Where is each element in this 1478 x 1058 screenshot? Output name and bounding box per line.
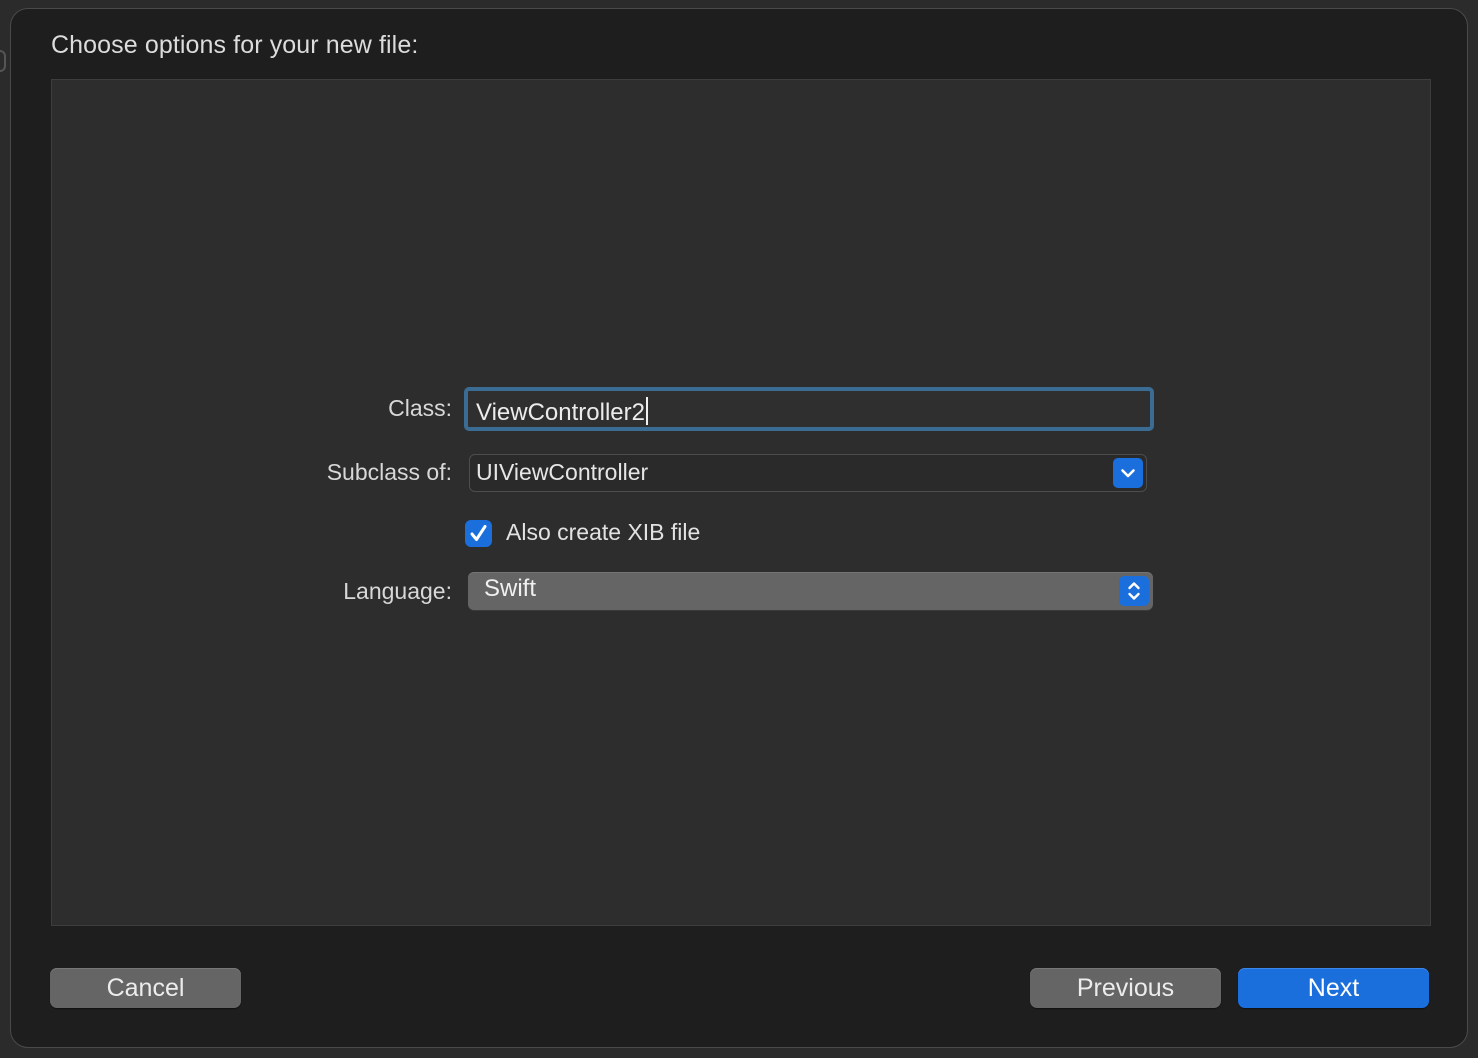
previous-button[interactable]: Previous	[1030, 968, 1221, 1008]
subclass-dropdown-button[interactable]	[1113, 458, 1143, 488]
language-value: Swift	[484, 575, 537, 602]
cancel-button[interactable]: Cancel	[50, 968, 241, 1008]
sheet-title: Choose options for your new file:	[51, 31, 419, 59]
language-popup-indicator	[1119, 576, 1149, 606]
checkmark-icon	[470, 525, 487, 541]
subclass-combo-box[interactable]: UIViewController	[469, 454, 1147, 492]
subclass-label: Subclass of:	[326, 459, 452, 485]
language-popup-button[interactable]: Swift	[468, 572, 1153, 610]
create-xib-label[interactable]: Also create XIB file	[506, 519, 700, 546]
background-window-edge	[0, 50, 6, 72]
text-caret	[645, 397, 648, 425]
options-panel: Class: ViewController2 Subclass of: UIVi…	[51, 79, 1431, 926]
class-label: Class:	[388, 395, 452, 421]
class-name-field[interactable]: ViewController2	[464, 387, 1154, 431]
class-name-value: ViewController2	[476, 397, 648, 427]
next-button[interactable]: Next	[1238, 968, 1429, 1008]
language-label: Language:	[343, 578, 452, 604]
new-file-options-sheet: Choose options for your new file: Class:…	[10, 8, 1468, 1048]
create-xib-checkbox[interactable]	[465, 520, 492, 547]
subclass-value: UIViewController	[476, 459, 649, 485]
up-down-chevrons-icon	[1128, 582, 1140, 600]
chevron-down-icon	[1121, 469, 1135, 478]
